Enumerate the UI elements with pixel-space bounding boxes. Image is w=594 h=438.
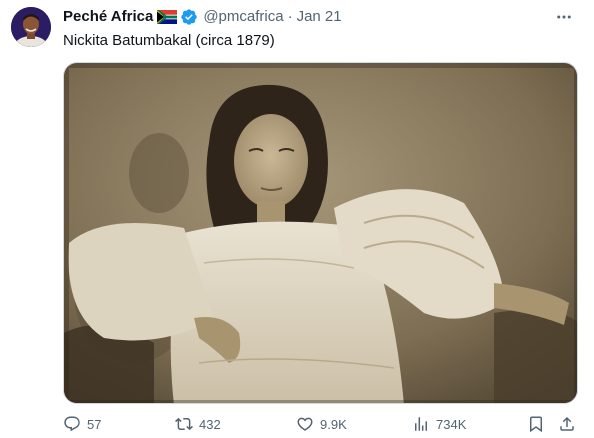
bookmark-button[interactable]: [527, 413, 545, 435]
sepia-portrait-image: [64, 63, 577, 403]
tweet-date[interactable]: Jan 21: [297, 7, 342, 27]
views-button[interactable]: 734K: [412, 413, 466, 435]
repost-count: 432: [199, 416, 221, 432]
like-button[interactable]: 9.9K: [296, 413, 347, 435]
views-count: 734K: [436, 416, 467, 432]
repost-icon: [175, 415, 193, 433]
tweet-header: Peché Africa @pmcafrica · Jan 21: [63, 7, 342, 27]
south-africa-flag-icon: [157, 10, 178, 24]
avatar-image: [11, 7, 51, 47]
tweet-card: Peché Africa @pmcafrica · Jan 21 Nickita…: [0, 0, 594, 438]
repost-button[interactable]: 432: [175, 413, 221, 435]
tweet-photo[interactable]: [63, 62, 578, 404]
user-handle[interactable]: @pmcafrica: [203, 7, 283, 27]
views-icon: [412, 415, 430, 433]
avatar[interactable]: [11, 7, 51, 47]
reply-icon: [63, 415, 81, 433]
like-count: 9.9K: [320, 416, 347, 432]
action-bar: 57 432 9.9K 734K: [63, 413, 578, 435]
display-name[interactable]: Peché Africa: [63, 7, 153, 27]
reply-button[interactable]: 57: [63, 413, 101, 435]
share-button[interactable]: [558, 413, 576, 435]
bookmark-icon: [527, 415, 545, 433]
reply-count: 57: [87, 416, 102, 432]
tweet-text: Nickita Batumbakal (circa 1879): [63, 32, 275, 49]
heart-icon: [296, 415, 314, 433]
more-options-icon[interactable]: [552, 7, 576, 27]
share-icon: [558, 415, 576, 433]
verified-badge-icon[interactable]: [180, 8, 198, 26]
separator-dot: ·: [287, 8, 293, 25]
